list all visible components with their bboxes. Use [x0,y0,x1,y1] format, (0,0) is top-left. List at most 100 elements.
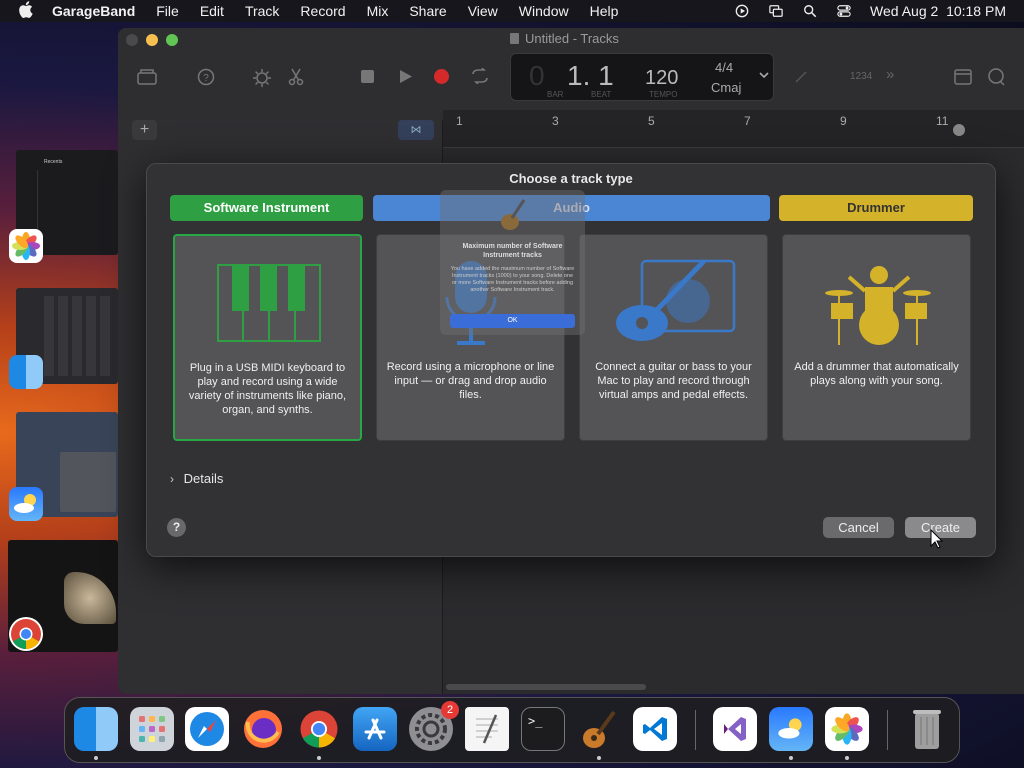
stop-button[interactable] [361,70,374,83]
piano-keyboard-icon [217,264,321,342]
lcd-tempo: 120 [645,67,679,89]
help-button[interactable]: ? [167,518,186,537]
tab-software-instrument[interactable]: Software Instrument [170,195,363,221]
record-button[interactable] [434,69,449,84]
cycle-button[interactable] [470,68,490,84]
stage-weather-icon[interactable] [9,487,43,521]
window-title: Untitled - Tracks [510,31,619,46]
software-instrument-card[interactable]: Plug in a USB MIDI keyboard to play and … [173,234,362,441]
menu-file[interactable]: File [156,3,179,19]
lcd-ghost-digit: 0 [529,60,545,91]
quick-help-icon[interactable]: ? [197,68,215,86]
drummer-card[interactable]: Add a drummer that automatically plays a… [782,234,971,441]
dock-separator [887,710,888,750]
add-track-button[interactable]: + [132,120,157,140]
stage-chrome-icon[interactable] [9,617,43,651]
catch-playhead-icon[interactable]: ⋈ [398,120,434,140]
dock-vscode-icon[interactable] [633,707,677,751]
card-description: Record using a microphone or line input … [386,361,555,401]
dock-terminal-icon[interactable]: >_ [521,707,565,751]
dock-system-settings-icon[interactable]: 2 [409,701,459,751]
notification-badge: 2 [441,701,459,719]
notepad-icon[interactable] [954,69,972,85]
scissors-icon[interactable] [288,68,304,86]
close-window-button[interactable] [126,34,138,46]
max-tracks-alert: Maximum number of Software Instrument tr… [440,190,585,335]
alert-body: You have added the maximum number of Sof… [450,266,575,293]
lcd-key: Cmaj [711,80,742,95]
dialog-title: Choose a track type [509,171,633,186]
svg-text:?: ? [203,73,209,84]
card-description: Plug in a USB MIDI keyboard to play and … [188,362,347,416]
running-indicator [317,756,321,760]
ruler-mark: 3 [552,114,559,128]
alert-ok-button[interactable]: OK [450,314,575,328]
metronome-icon[interactable]: » [886,66,894,83]
play-circle-icon[interactable] [734,4,750,18]
menu-mix[interactable]: Mix [367,3,389,19]
lcd-tempo-label: TEMPO [649,90,678,99]
details-label: Details [183,471,224,486]
dock-finder-icon[interactable] [74,707,118,760]
alert-title: Maximum number of Software Instrument tr… [462,243,563,259]
tab-drummer[interactable]: Drummer [779,195,973,221]
cancel-button[interactable]: Cancel [823,517,894,538]
menu-bar: GarageBand File Edit Track Record Mix Sh… [0,0,1024,22]
menu-track[interactable]: Track [245,3,279,19]
dock-weather-icon[interactable] [769,707,813,760]
menu-share[interactable]: Share [409,3,446,19]
dock: 2 >_ [64,697,960,763]
apple-menu-icon[interactable] [18,1,36,21]
ruler-mark: 11 [936,114,949,128]
menu-clock[interactable]: Wed Aug 2 10:18 PM [870,3,1006,19]
stage-photos-icon[interactable] [9,229,43,263]
menu-view[interactable]: View [468,3,498,19]
card-description: Connect a guitar or bass to your Mac to … [595,361,752,401]
card-description: Add a drummer that automatically plays a… [794,361,959,387]
ruler-mark: 5 [648,114,655,128]
zoom-window-button[interactable] [166,34,178,46]
spotlight-search-icon[interactable] [802,4,818,18]
menu-edit[interactable]: Edit [200,3,224,19]
audio-guitar-card[interactable]: Connect a guitar or bass to your Mac to … [579,234,768,441]
lcd-bar-beat: 1. 1 [567,60,614,91]
dock-chrome-icon[interactable] [297,707,341,760]
dock-app-store-icon[interactable] [353,707,397,751]
timeline-ruler[interactable]: 1 3 5 7 9 11 [443,110,1024,148]
horizontal-scrollbar[interactable] [446,684,646,690]
minimize-window-button[interactable] [146,34,158,46]
toolbar: Untitled - Tracks ? 0 1. 1 BAR BEAT 120 … [118,28,1024,120]
menu-record[interactable]: Record [300,3,345,19]
dock-garageband-icon[interactable] [577,707,621,760]
menu-window[interactable]: Window [519,3,569,19]
dock-textedit-icon[interactable] [465,707,509,751]
screen-mirroring-icon[interactable] [768,4,784,18]
running-indicator [789,756,793,760]
dock-launchpad-icon[interactable] [130,707,174,751]
lcd-beat-label: BEAT [591,90,612,99]
stage-finder-icon[interactable] [9,355,43,389]
menu-app-name[interactable]: GarageBand [52,3,135,19]
dock-visual-studio-icon[interactable] [713,707,757,751]
running-indicator [597,756,601,760]
dock-safari-icon[interactable] [185,707,229,751]
menu-help[interactable]: Help [590,3,619,19]
dock-photos-icon[interactable] [825,707,869,760]
zoom-slider-knob[interactable] [953,124,965,136]
chevron-right-icon: › [170,472,174,486]
dock-trash-icon[interactable] [905,707,949,751]
loop-browser-icon[interactable] [986,68,1006,86]
chevron-down-icon[interactable] [759,72,769,80]
drummer-icon [825,266,931,345]
lcd-time-signature: 4/4 [715,60,734,75]
lcd-bar-label: BAR [547,90,564,99]
play-button[interactable] [399,69,413,84]
lcd-display[interactable]: 0 1. 1 BAR BEAT 120 TEMPO 4/4 Cmaj [510,53,774,101]
library-icon[interactable] [136,68,158,86]
smart-controls-icon[interactable] [252,68,272,88]
details-disclosure[interactable]: › Details [170,471,223,486]
control-center-icon[interactable] [836,4,852,18]
tuner-icon[interactable] [794,70,808,84]
count-in-button[interactable]: 1234 [850,71,872,82]
dock-firefox-icon[interactable] [241,707,285,751]
